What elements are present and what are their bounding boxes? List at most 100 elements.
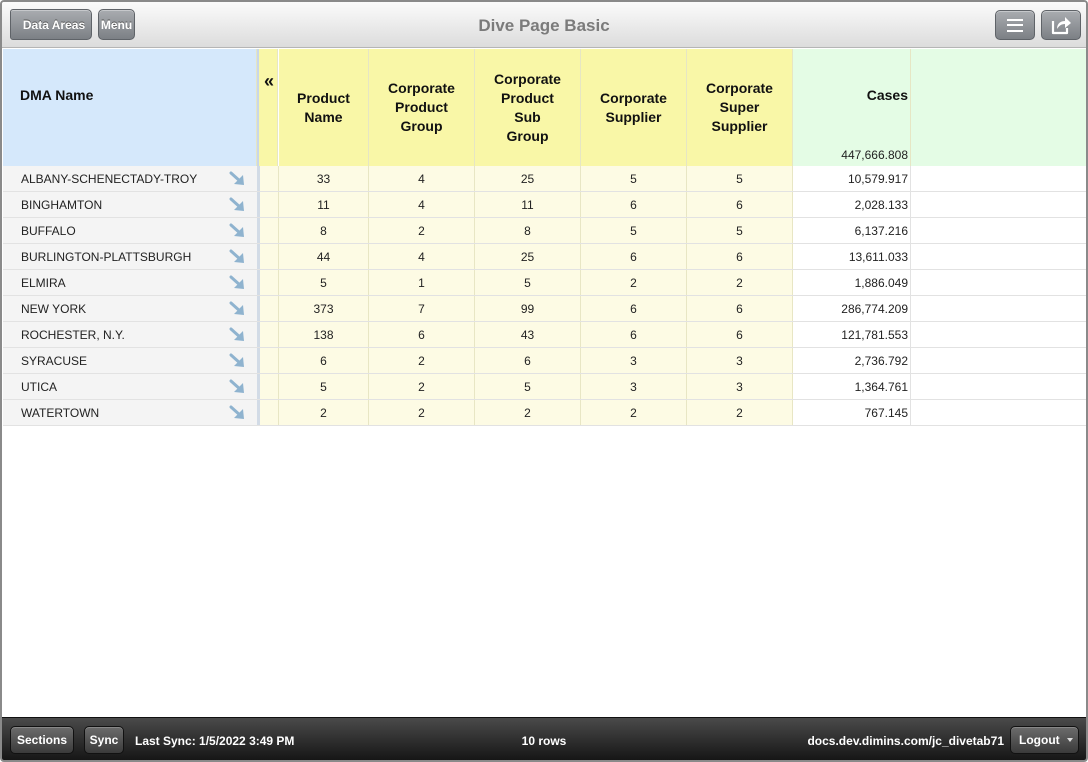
collapse-gutter-cell bbox=[260, 348, 279, 373]
collapse-gutter-cell bbox=[260, 166, 279, 191]
count-cell: 3 bbox=[687, 348, 793, 373]
table-row[interactable]: UTICA 5 2 5 3 3 1,364.761 bbox=[3, 374, 1086, 400]
table-row[interactable]: BINGHAMTON 11 4 11 6 6 2,028.133 bbox=[3, 192, 1086, 218]
column-header-label: Corporate Super Supplier bbox=[706, 80, 773, 134]
count-cell: 6 bbox=[475, 348, 581, 373]
share-icon bbox=[1051, 17, 1071, 35]
count-cell: 373 bbox=[279, 296, 369, 321]
collapse-gutter-cell bbox=[260, 322, 279, 347]
dma-name-text: NEW YORK bbox=[21, 302, 87, 316]
page-title: Dive Page Basic bbox=[478, 16, 610, 35]
server-host: docs.dev.dimins.com/jc_divetab71 bbox=[807, 734, 1004, 748]
cases-header-label: Cases bbox=[866, 87, 908, 103]
dma-header-label: DMA Name bbox=[20, 87, 94, 103]
dma-name-cell[interactable]: NEW YORK bbox=[3, 296, 257, 321]
collapse-columns-button[interactable]: « bbox=[259, 49, 278, 166]
column-header-label: Product Name bbox=[297, 89, 350, 125]
dive-arrow-icon[interactable] bbox=[229, 353, 247, 369]
table-row[interactable]: ALBANY-SCHENECTADY-TROY 33 4 25 5 5 10,579.917 bbox=[3, 166, 1086, 192]
header-filler bbox=[911, 49, 1086, 166]
count-cell: 25 bbox=[475, 166, 581, 191]
dma-name-cell[interactable]: BURLINGTON-PLATTSBURGH bbox=[3, 244, 257, 269]
list-menu-button[interactable] bbox=[995, 10, 1035, 40]
count-cell: 6 bbox=[581, 192, 687, 217]
count-cell: 3 bbox=[581, 348, 687, 373]
dive-arrow-icon[interactable] bbox=[229, 223, 247, 239]
dive-arrow-icon[interactable] bbox=[229, 405, 247, 421]
count-cell: 5 bbox=[475, 374, 581, 399]
count-cell: 6 bbox=[581, 322, 687, 347]
dma-name-cell[interactable]: UTICA bbox=[3, 374, 257, 399]
table-row[interactable]: BUFFALO 8 2 8 5 5 6,137.216 bbox=[3, 218, 1086, 244]
dive-arrow-icon[interactable] bbox=[229, 249, 247, 265]
dma-name-text: SYRACUSE bbox=[21, 354, 88, 368]
count-cell: 6 bbox=[279, 348, 369, 373]
dma-name-text: BURLINGTON-PLATTSBURGH bbox=[21, 250, 192, 264]
dma-name-cell[interactable]: ALBANY-SCHENECTADY-TROY bbox=[3, 166, 257, 191]
count-cell: 5 bbox=[581, 218, 687, 243]
column-header-2[interactable]: Corporate Product Sub Group bbox=[475, 49, 581, 166]
column-header-3[interactable]: Corporate Supplier bbox=[581, 49, 687, 166]
dive-arrow-icon[interactable] bbox=[229, 171, 247, 187]
column-header-cases[interactable]: Cases 447,666.808 bbox=[793, 49, 911, 166]
dive-arrow-icon[interactable] bbox=[229, 379, 247, 395]
collapse-gutter-cell bbox=[260, 218, 279, 243]
table-row[interactable]: SYRACUSE 6 2 6 3 3 2,736.792 bbox=[3, 348, 1086, 374]
collapse-gutter-cell bbox=[260, 270, 279, 295]
count-cell: 6 bbox=[687, 244, 793, 269]
dma-name-cell[interactable]: BUFFALO bbox=[3, 218, 257, 243]
table-row[interactable]: BURLINGTON-PLATTSBURGH 44 4 25 6 6 13,611.033 bbox=[3, 244, 1086, 270]
count-cell: 8 bbox=[475, 218, 581, 243]
column-header-0[interactable]: Product Name bbox=[279, 49, 369, 166]
dma-name-cell[interactable]: ROCHESTER, N.Y. bbox=[3, 322, 257, 347]
cases-cell: 2,736.792 bbox=[793, 348, 911, 373]
dma-name-cell[interactable]: BINGHAMTON bbox=[3, 192, 257, 217]
dive-arrow-icon[interactable] bbox=[229, 197, 247, 213]
share-button[interactable] bbox=[1041, 10, 1081, 40]
table-row[interactable]: NEW YORK 373 7 99 6 6 286,774.209 bbox=[3, 296, 1086, 322]
count-cell: 11 bbox=[475, 192, 581, 217]
cases-cell: 121,781.553 bbox=[793, 322, 911, 347]
cases-cell: 1,364.761 bbox=[793, 374, 911, 399]
column-header-dma-name[interactable]: DMA Name bbox=[3, 49, 257, 166]
count-cell: 6 bbox=[581, 244, 687, 269]
dma-name-cell[interactable]: WATERTOWN bbox=[3, 400, 257, 425]
count-cell: 2 bbox=[581, 270, 687, 295]
dma-name-cell[interactable]: SYRACUSE bbox=[3, 348, 257, 373]
count-cell: 6 bbox=[369, 322, 475, 347]
cases-cell: 1,886.049 bbox=[793, 270, 911, 295]
table-row[interactable]: ELMIRA 5 1 5 2 2 1,886.049 bbox=[3, 270, 1086, 296]
chevron-down-icon bbox=[1067, 738, 1073, 742]
collapse-gutter-cell bbox=[260, 296, 279, 321]
dive-arrow-icon[interactable] bbox=[229, 301, 247, 317]
dma-name-text: ELMIRA bbox=[21, 276, 66, 290]
dma-name-text: BINGHAMTON bbox=[21, 198, 103, 212]
logout-button[interactable]: Logout bbox=[1010, 726, 1079, 754]
column-header-1[interactable]: Corporate Product Group bbox=[369, 49, 475, 166]
count-cell: 25 bbox=[475, 244, 581, 269]
logout-label: Logout bbox=[1019, 733, 1060, 747]
count-cell: 4 bbox=[369, 192, 475, 217]
count-cell: 7 bbox=[369, 296, 475, 321]
cases-cell: 286,774.209 bbox=[793, 296, 911, 321]
count-cell: 5 bbox=[279, 270, 369, 295]
column-header-label: Corporate Supplier bbox=[600, 89, 667, 125]
count-cell: 2 bbox=[279, 400, 369, 425]
dma-name-text: ALBANY-SCHENECTADY-TROY bbox=[21, 172, 198, 186]
column-header-4[interactable]: Corporate Super Supplier bbox=[687, 49, 793, 166]
count-cell: 33 bbox=[279, 166, 369, 191]
collapse-gutter-cell bbox=[260, 244, 279, 269]
cases-cell: 767.145 bbox=[793, 400, 911, 425]
dive-arrow-icon[interactable] bbox=[229, 327, 247, 343]
count-cell: 138 bbox=[279, 322, 369, 347]
count-cell: 5 bbox=[475, 270, 581, 295]
table-row[interactable]: ROCHESTER, N.Y. 138 6 43 6 6 121,781.553 bbox=[3, 322, 1086, 348]
count-cell: 5 bbox=[687, 166, 793, 191]
dive-arrow-icon[interactable] bbox=[229, 275, 247, 291]
cases-cell: 13,611.033 bbox=[793, 244, 911, 269]
collapse-icon: « bbox=[264, 71, 275, 91]
dma-name-cell[interactable]: ELMIRA bbox=[3, 270, 257, 295]
count-cell: 4 bbox=[369, 166, 475, 191]
table-row[interactable]: WATERTOWN 2 2 2 2 2 767.145 bbox=[3, 400, 1086, 426]
dma-name-text: UTICA bbox=[21, 380, 57, 394]
